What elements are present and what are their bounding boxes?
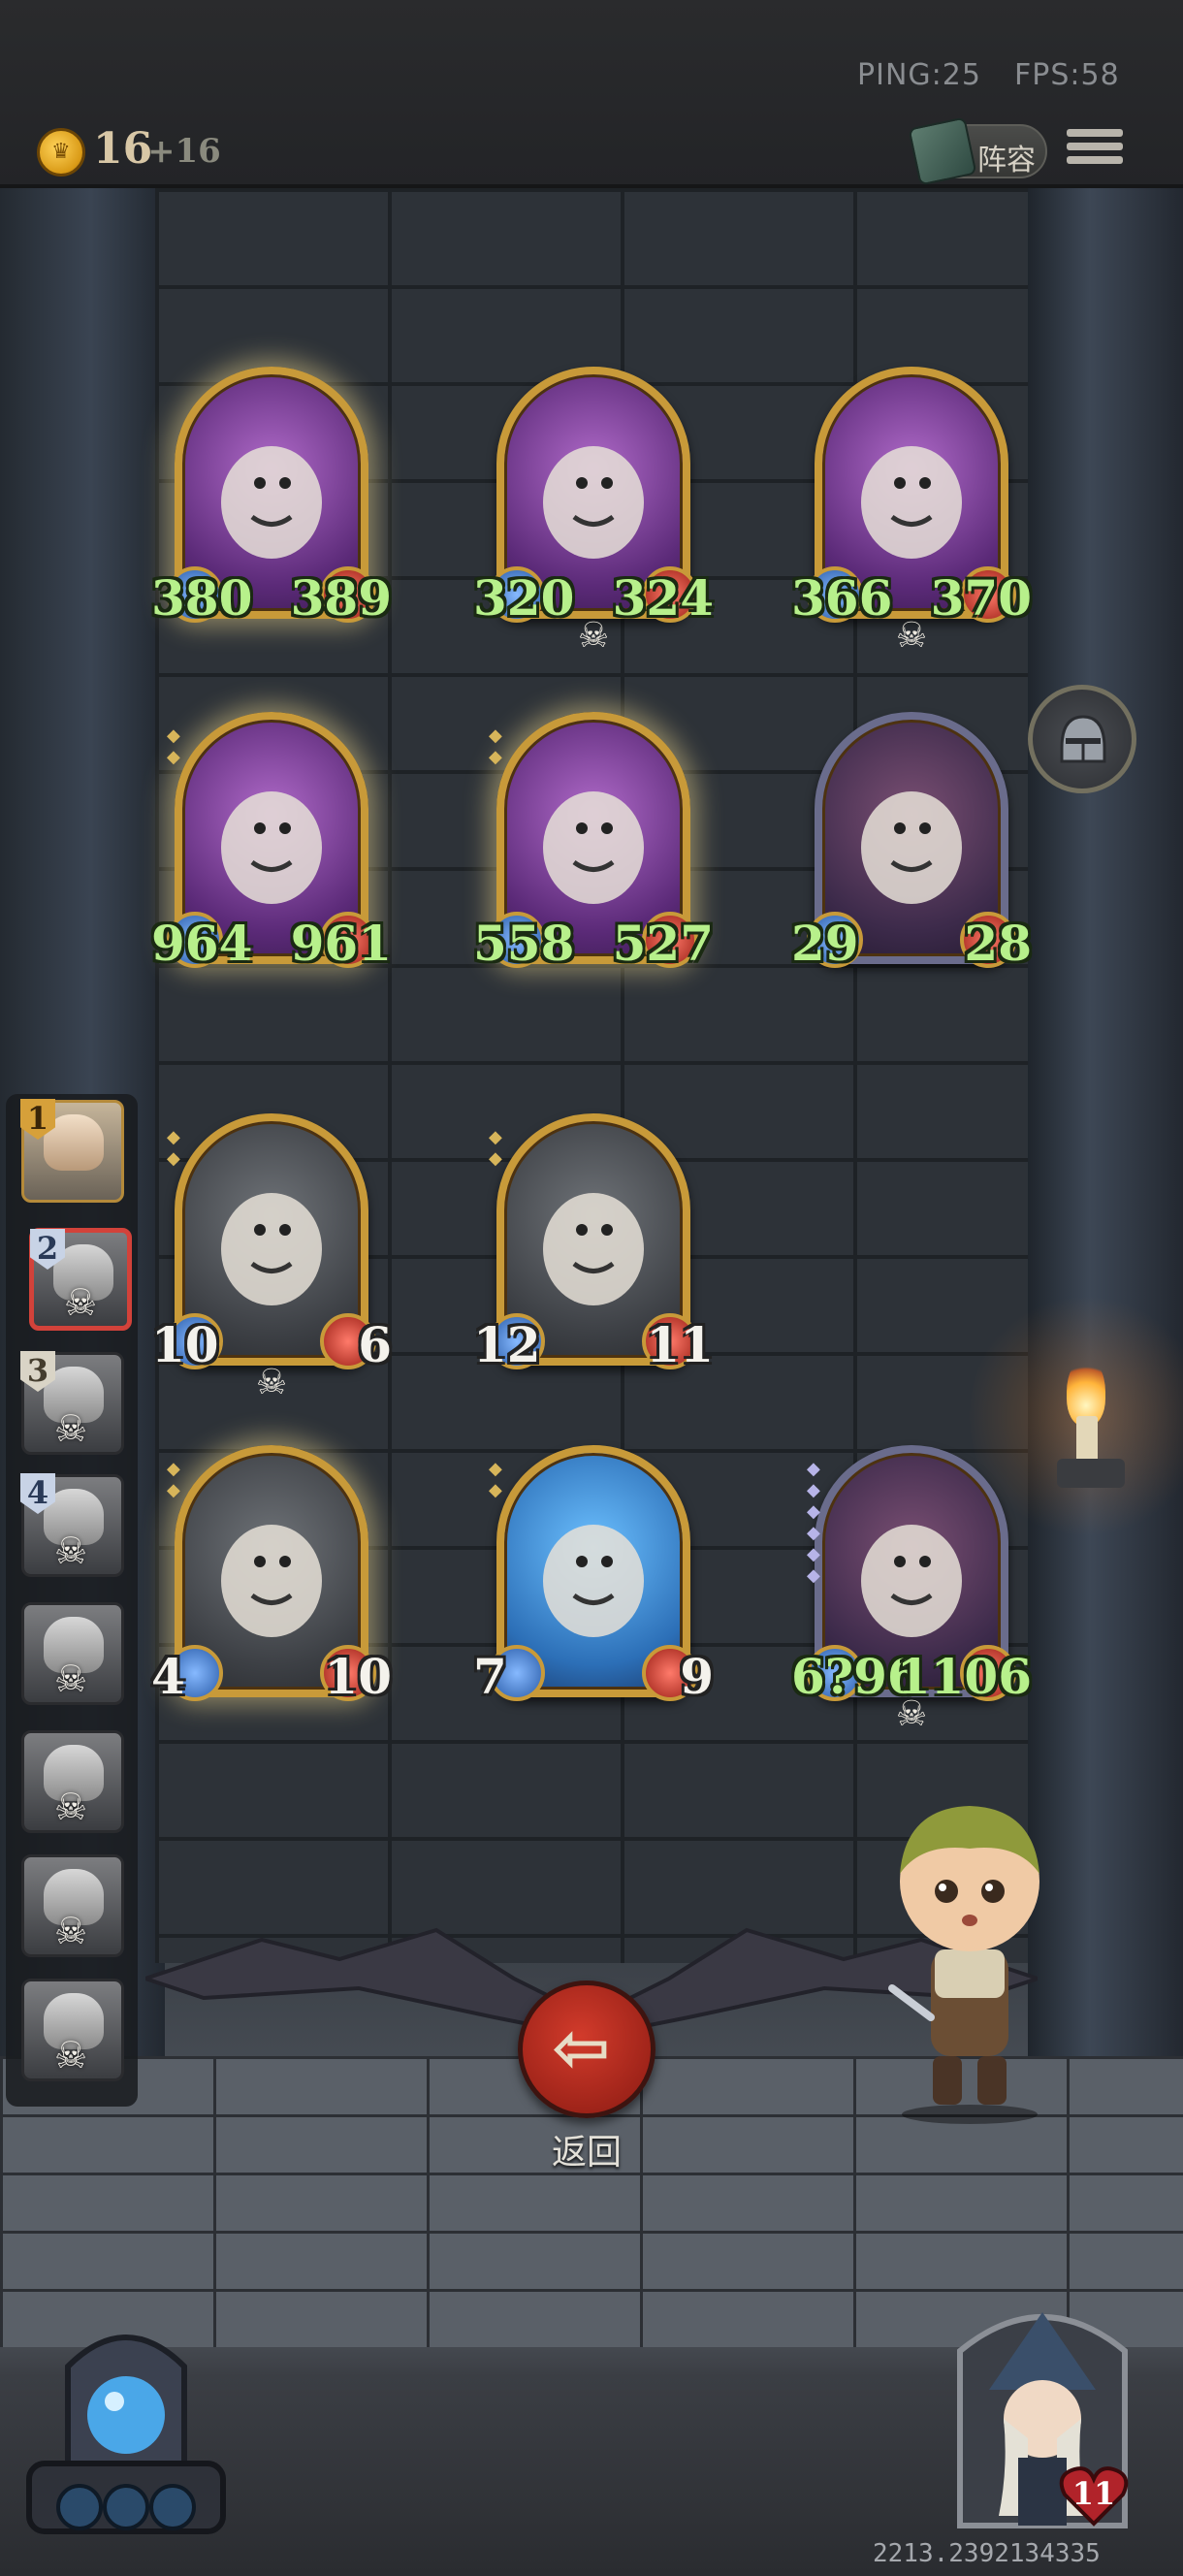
- player-health: 11: [1071, 2475, 1116, 2512]
- golden-pips: ◆ ◆: [489, 1127, 502, 1169]
- skull-icon: ☠: [53, 1786, 88, 1828]
- minion-card-goose[interactable]: 380 389: [151, 367, 392, 627]
- back-button[interactable]: ⇦: [518, 1980, 655, 2118]
- golden-pips: ◆ ◆: [167, 1127, 180, 1169]
- opponent-slot[interactable]: ☠: [21, 1854, 124, 1957]
- health-value: 10: [324, 1648, 392, 1705]
- knight-helmet-icon: [1060, 715, 1106, 763]
- hamburger-menu-icon[interactable]: [1067, 124, 1123, 177]
- lineup-label: 阵容: [977, 144, 1036, 177]
- tier-pips: ◆ ◆ ◆ ◆ ◆ ◆: [807, 1459, 820, 1586]
- shop-altar-button[interactable]: [10, 2308, 242, 2541]
- health-value: 324: [612, 569, 714, 627]
- gold-coin-icon: ♛: [37, 128, 85, 177]
- health-value: 11: [646, 1316, 714, 1373]
- rabbit-mask-portrait: [543, 446, 644, 559]
- attack-value: 380: [151, 569, 253, 627]
- minion-card-pelican-gray[interactable]: ◆ ◆ 12 11: [473, 1113, 714, 1373]
- gold-increment: +16: [147, 132, 221, 171]
- minion-card-water-dragon[interactable]: ◆ ◆ 7 9: [473, 1445, 714, 1705]
- attack-value: 558: [473, 915, 575, 972]
- minion-card-spider-queen[interactable]: 29 28: [791, 712, 1032, 972]
- minion-card-rabbit-mask[interactable]: 320 324 ☠: [473, 367, 714, 656]
- golden-pips: ◆ ◆: [489, 1459, 502, 1500]
- health-value: 527: [612, 915, 714, 972]
- attack-value: 12: [473, 1316, 541, 1373]
- skull-icon: ☠: [895, 1694, 928, 1734]
- opponent-slot[interactable]: 4 ☠: [20, 1473, 124, 1577]
- opponent-slot[interactable]: 2 ☠: [29, 1228, 132, 1331]
- attack-value: 10: [151, 1316, 219, 1373]
- arrow-left-icon: ⇦: [552, 2007, 611, 2088]
- boar-portrait: [221, 791, 322, 904]
- skull-icon: ☠: [53, 1407, 88, 1450]
- opponent-roster: 1 2 ☠ 3 ☠ 4 ☠ ☠ ☠ ☠ ☠: [6, 1094, 138, 2107]
- opponent-slot[interactable]: 3 ☠: [20, 1351, 124, 1455]
- pelican-portrait: [221, 1193, 322, 1305]
- fps-readout: FPS:58: [1014, 58, 1120, 92]
- minion-card-butterfly[interactable]: 366 370 ☠: [791, 367, 1032, 656]
- opponent-slot[interactable]: ☠: [21, 1602, 124, 1705]
- snake-portrait: [543, 791, 644, 904]
- minion-card-rat[interactable]: ◆ ◆ 4 10: [151, 1445, 392, 1705]
- health-value: 370: [930, 569, 1032, 627]
- health-value: 28: [964, 915, 1032, 972]
- skull-icon: ☠: [53, 2034, 88, 2077]
- top-bar: PING:25 FPS:58 ♛ 16 +16 阵容: [0, 0, 1183, 188]
- skull-icon: ☠: [53, 1910, 88, 1952]
- helmet-button[interactable]: [1028, 685, 1136, 793]
- session-id: 2213.2392134335: [873, 2539, 1101, 2568]
- back-label: 返回: [551, 2133, 622, 2173]
- health-value: 389: [290, 569, 392, 627]
- game-screen: PING:25 FPS:58 ♛ 16 +16 阵容 380 389 320 324 ☠…: [0, 0, 1183, 2576]
- health-value: 9: [680, 1648, 714, 1705]
- golden-pips: ◆ ◆: [167, 725, 180, 767]
- butterfly-portrait: [861, 446, 962, 559]
- skull-icon: ☠: [53, 1530, 88, 1572]
- skull-icon: ☠: [63, 1281, 98, 1324]
- attack-value: 964: [151, 915, 253, 972]
- lineup-button[interactable]: 阵容: [908, 116, 1047, 186]
- pelican-gray-portrait: [543, 1193, 644, 1305]
- golden-pips: ◆ ◆: [167, 1459, 180, 1500]
- skull-icon: ☠: [255, 1363, 288, 1402]
- skull-icon: ☠: [577, 616, 610, 656]
- player-hero-character: [888, 1806, 1039, 2124]
- goose-portrait: [221, 446, 322, 559]
- attack-value: 320: [473, 569, 575, 627]
- opponent-slot[interactable]: ☠: [21, 1730, 124, 1833]
- attack-value: 7: [473, 1648, 507, 1705]
- attack-value: 366: [791, 569, 893, 627]
- health-value: 6: [358, 1316, 392, 1373]
- minion-card-snake[interactable]: ◆ ◆ 558 527: [473, 712, 714, 972]
- ping-readout: PING:25: [857, 58, 981, 92]
- health-value: 961: [290, 915, 392, 972]
- book-icon: [908, 116, 977, 186]
- skull-icon: ☠: [53, 1658, 88, 1700]
- minion-card-boar[interactable]: ◆ ◆ 964 961: [151, 712, 392, 972]
- wall-torch: [1057, 1358, 1125, 1513]
- minion-card-red-dragon[interactable]: ◆ ◆ ◆ ◆ ◆ ◆ 6?96 1106 ☠: [791, 1445, 1032, 1734]
- rat-portrait: [221, 1525, 322, 1637]
- opponent-slot[interactable]: ☠: [21, 1979, 124, 2081]
- player-health-badge: 11: [1059, 2463, 1129, 2528]
- water-dragon-portrait: [543, 1525, 644, 1637]
- golden-pips: ◆ ◆: [489, 725, 502, 767]
- red-dragon-portrait: [861, 1525, 962, 1637]
- skull-icon: ☠: [895, 616, 928, 656]
- spider-queen-portrait: [861, 791, 962, 904]
- minion-card-pelican[interactable]: ◆ ◆ 10 6 ☠: [151, 1113, 392, 1402]
- attack-value: 4: [151, 1648, 185, 1705]
- opponent-slot[interactable]: 1: [20, 1099, 124, 1203]
- attack-value: 29: [791, 915, 859, 972]
- gold-count: 16: [93, 124, 153, 174]
